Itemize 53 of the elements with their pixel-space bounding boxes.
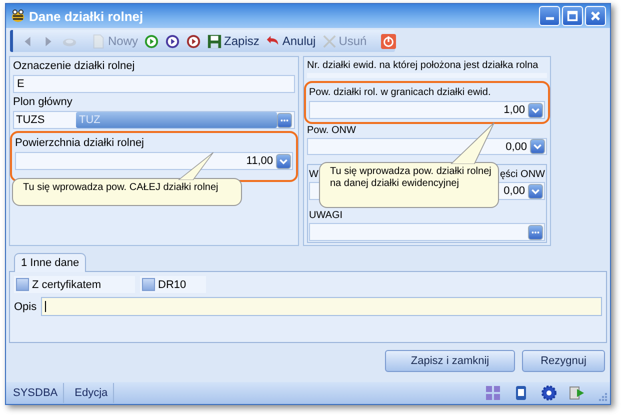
document-icon[interactable] <box>513 385 529 401</box>
minimize-button[interactable] <box>539 6 560 26</box>
page-icon <box>91 34 106 48</box>
input-field[interactable]: E <box>13 75 295 93</box>
calculator-icon[interactable] <box>485 385 501 401</box>
tooltip-text: Tu się wprowadza pow. działki rolnej na danej działki ewidencyjnej <box>330 166 492 190</box>
play-circle-icon <box>144 34 160 48</box>
checkbox-label: DR10 <box>158 278 186 290</box>
toolbar-icon-button[interactable] <box>164 34 182 48</box>
export-icon[interactable] <box>569 385 585 401</box>
field-label: Pow. działki rol. w granicach działki ewid. <box>309 86 492 99</box>
gear-icon[interactable] <box>541 385 557 401</box>
toolbar-button[interactable]: Anuluj <box>264 34 317 48</box>
play-circle-icon <box>186 34 202 48</box>
field-label: Nr. działki ewid. na której położona jest działka rolna <box>307 59 540 72</box>
dialog-button[interactable]: Rezygnuj <box>522 350 605 372</box>
dropdown-button[interactable] <box>276 154 291 168</box>
input-field[interactable] <box>309 223 545 241</box>
field-label: Plon główny <box>13 95 74 109</box>
resize-grip-icon[interactable] <box>598 392 608 402</box>
dropdown-button[interactable] <box>528 102 543 118</box>
dropdown-button[interactable] <box>530 139 545 154</box>
field-label: Oznaczenie działki rolnej <box>13 59 136 73</box>
status-mode: Edycja <box>70 383 114 403</box>
toolbar-icon-button[interactable] <box>185 34 202 48</box>
field-label: Powierzchnia działki rolnej <box>15 136 146 150</box>
toolbar-button[interactable]: Zapisz <box>206 34 260 48</box>
play-circle-icon <box>165 34 180 48</box>
ellipsis-button[interactable] <box>528 224 543 240</box>
field-label: UWAGI <box>309 209 344 222</box>
checkbox-label: Z certyfikatem <box>32 278 102 290</box>
power-icon <box>380 34 396 48</box>
maximize-button[interactable] <box>562 6 583 26</box>
minimize-icon <box>546 17 554 20</box>
tooltip-text: Tu się wprowadza pow. CAŁEJ działki rolnej <box>23 182 220 194</box>
app-icon <box>10 8 26 24</box>
close-icon <box>589 10 602 22</box>
field-label: Opis <box>14 300 37 312</box>
field-label: W <box>309 168 318 181</box>
checkbox[interactable] <box>142 278 155 291</box>
cross-icon <box>322 34 337 48</box>
checkbox[interactable] <box>16 278 29 291</box>
status-user: SYSDBA <box>8 383 64 403</box>
window-title: Dane działki rolnej <box>29 8 144 24</box>
field-label: Pow. ONW <box>307 125 357 137</box>
tab[interactable]: 1 Inne dane <box>14 253 86 272</box>
maximize-icon <box>566 10 579 22</box>
description-field[interactable] <box>40 297 602 316</box>
dialog-button[interactable]: Zapisz i zamknij <box>385 350 515 372</box>
field-label: ęści ONW <box>500 168 545 181</box>
toolbar-icon-button[interactable] <box>143 34 160 48</box>
dropdown-button[interactable] <box>528 184 543 198</box>
close-button[interactable] <box>585 6 606 26</box>
